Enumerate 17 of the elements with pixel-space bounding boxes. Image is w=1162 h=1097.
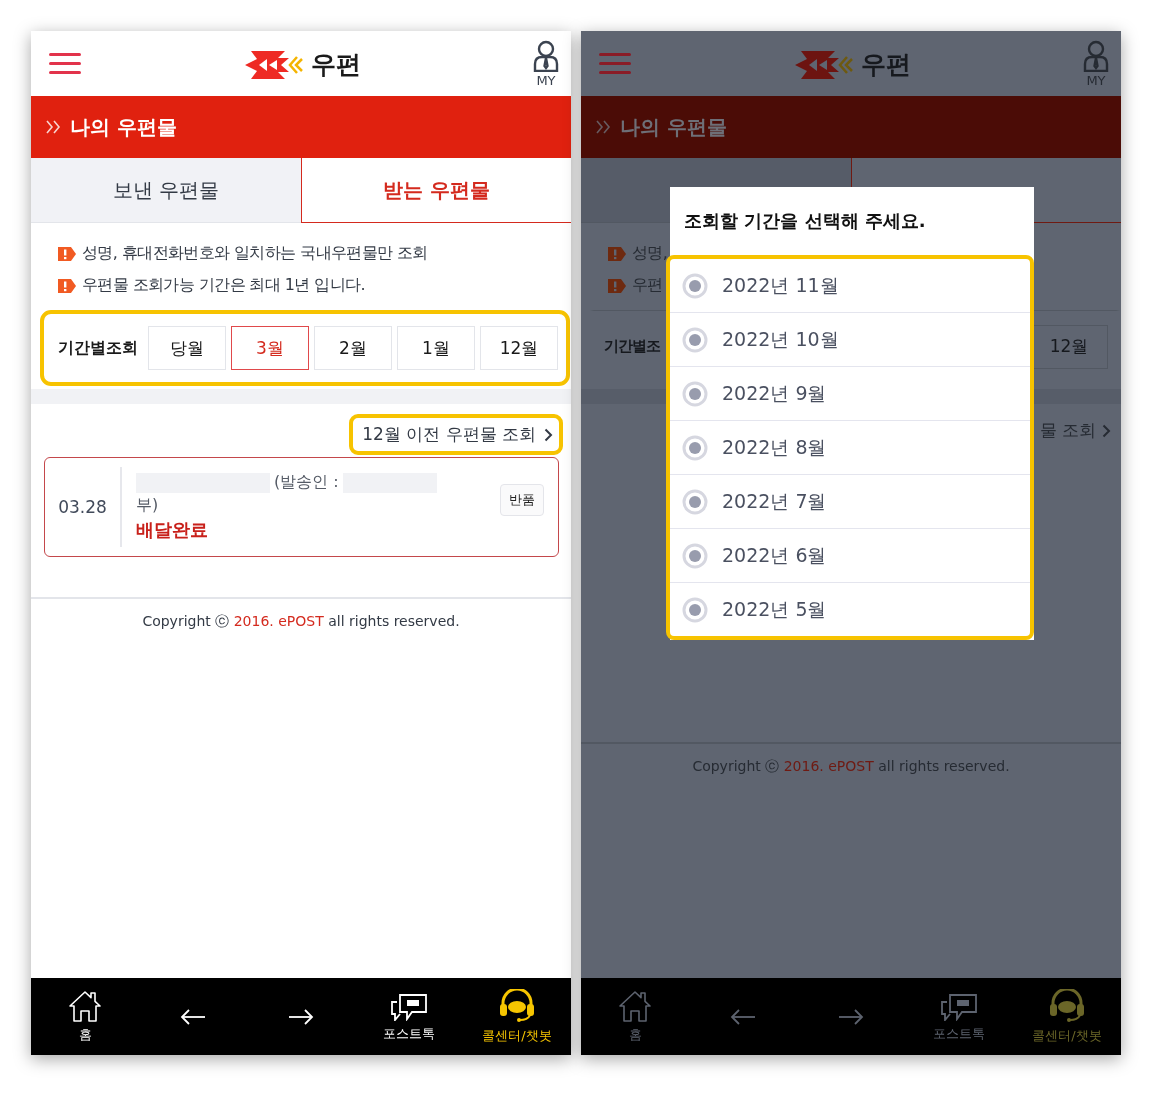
logo-text: 우편 <box>861 49 911 81</box>
notice-text: 우편물 조회가능 기간은 최대 1년 입니다. <box>82 275 365 296</box>
date-text: 03.28 <box>45 467 122 547</box>
page-title: 나의 우편물 <box>70 113 177 141</box>
period-label: 기간별조 <box>604 337 660 356</box>
sender-text: (발송인 : <box>274 472 339 493</box>
page-title: 나의 우편물 <box>620 113 727 141</box>
period-label: 기간별조회 <box>58 337 138 359</box>
sender-text: 부) <box>136 495 160 516</box>
copyright-text: Copyright ⓒ 2016. ePOST all rights reserved. <box>141 613 461 631</box>
dialog-title: 조회할 기간을 선택해 주세요. <box>683 209 927 233</box>
notice-text: 성명, <box>632 243 668 264</box>
notice-text: 성명, 휴대전화번호와 일치하는 국내우편물만 조회 <box>82 243 428 264</box>
logo-text: 우편 <box>311 49 361 81</box>
copyright-text: Copyright ⓒ 2016. ePOST all rights reserved. <box>691 758 1011 776</box>
notice-text: 우편 <box>632 275 663 296</box>
status-text: 배달완료 <box>136 518 209 542</box>
